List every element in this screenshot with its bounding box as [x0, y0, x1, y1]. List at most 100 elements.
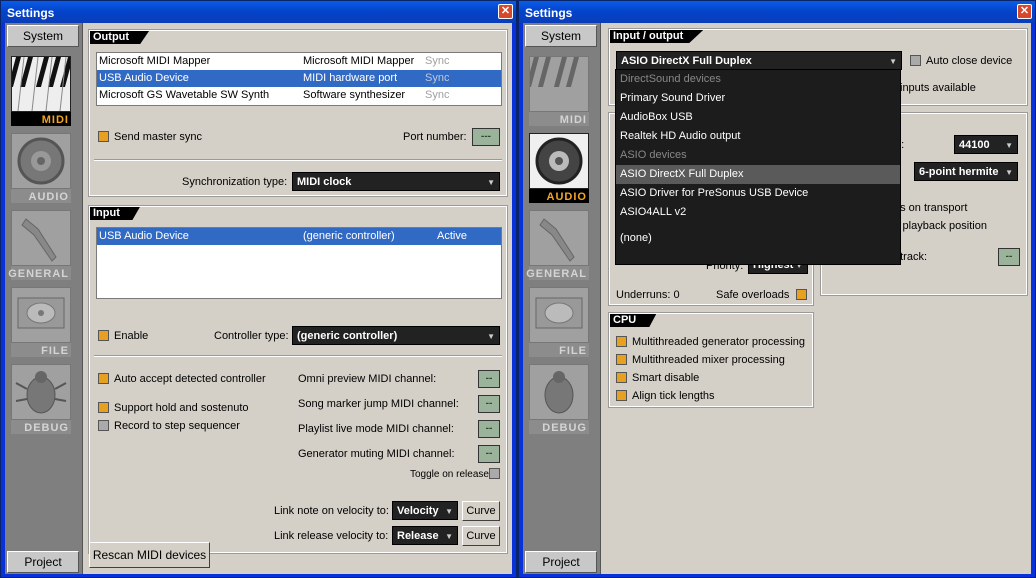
chevron-down-icon: ▼ [1005, 141, 1013, 150]
playback-position-label: s playback position [894, 220, 987, 232]
category-label: FILE [41, 345, 69, 357]
link-release-label: Link release velocity to: [274, 530, 389, 542]
auto-accept-checkbox[interactable] [98, 373, 109, 384]
speaker-icon [11, 133, 71, 189]
cpu-option-checkbox[interactable] [616, 372, 627, 383]
link-release-curve-button[interactable]: Curve [462, 526, 500, 546]
category-midi[interactable]: MIDI [7, 56, 73, 126]
song-marker-channel[interactable]: -- [478, 395, 500, 413]
category-general[interactable]: GENERAL [8, 210, 71, 280]
link-note-select[interactable]: Velocity ▼ [392, 501, 458, 520]
wrench-icon [529, 210, 589, 266]
link-release-select[interactable]: Release ▼ [392, 526, 458, 545]
dropdown-item[interactable]: (none) [616, 229, 900, 248]
chevron-down-icon: ▼ [445, 507, 453, 516]
auto-close-checkbox[interactable] [910, 55, 921, 66]
disc-icon [529, 287, 589, 343]
audio-device-select[interactable]: ASIO DirectX Full Duplex ▼ [616, 51, 902, 70]
category-file[interactable]: FILE [11, 287, 71, 357]
port-number-display[interactable]: --- [472, 128, 500, 146]
list-item[interactable]: Microsoft GS Wavetable SW Synth Software… [97, 87, 501, 104]
list-item[interactable]: USB Audio Device MIDI hardware port Sync [97, 70, 501, 87]
cpu-option-checkbox[interactable] [616, 354, 627, 365]
auto-close-label: Auto close device [926, 55, 1013, 67]
generator-muting-channel[interactable]: -- [478, 445, 500, 463]
enable-checkbox[interactable] [98, 330, 109, 341]
category-audio[interactable]: AUDIO [11, 133, 71, 203]
song-marker-label: Song marker jump MIDI channel: [298, 398, 459, 410]
send-master-sync-checkbox[interactable] [98, 131, 109, 142]
controller-type-select[interactable]: (generic controller) ▼ [292, 326, 500, 345]
close-button[interactable]: ✕ [498, 4, 513, 19]
category-midi[interactable]: MIDI [525, 56, 589, 126]
safe-overloads-label: Safe overloads [716, 289, 790, 301]
underruns-label: Underruns: 0 [616, 289, 680, 301]
safe-overloads-checkbox[interactable] [796, 289, 807, 300]
enable-label: Enable [114, 330, 149, 342]
dropdown-item[interactable]: Primary Sound Driver [616, 89, 900, 108]
controller-type-label: Controller type: [214, 330, 289, 342]
dropdown-item[interactable]: AudioBox USB [616, 108, 900, 127]
cpu-option-label: Multithreaded mixer processing [632, 354, 785, 366]
title-bar[interactable]: Settings ✕ [519, 1, 1035, 23]
support-hold-checkbox[interactable] [98, 402, 109, 413]
record-step-checkbox[interactable] [98, 420, 109, 431]
category-debug[interactable]: DEBUG [11, 364, 71, 434]
title-bar[interactable]: Settings ✕ [1, 1, 516, 23]
list-item[interactable]: USB Audio Device (generic controller) Ac… [97, 228, 501, 245]
divider [94, 355, 502, 357]
link-note-curve-button[interactable]: Curve [462, 501, 500, 521]
audio-device-dropdown: DirectSound devices Primary Sound Driver… [615, 69, 901, 265]
piano-keys-icon [7, 56, 73, 112]
sidebar: System MIDI AUDIO GENERAL FILE DEBUG Pro… [5, 23, 83, 574]
inputs-available-label: inputs available [900, 82, 976, 94]
auto-accept-label: Auto accept detected controller [114, 373, 266, 385]
sync-type-select[interactable]: MIDI clock ▼ [292, 172, 500, 191]
playlist-live-channel[interactable]: -- [478, 420, 500, 438]
omni-preview-label: Omni preview MIDI channel: [298, 373, 437, 385]
chevron-down-icon: ▼ [487, 332, 495, 341]
toggle-on-release-checkbox[interactable] [489, 468, 500, 479]
settings-client: System MIDI AUDIO GENERAL FILE DEBUG Pro… [523, 23, 1031, 574]
cpu-option-checkbox[interactable] [616, 390, 627, 401]
output-title: Output [90, 31, 150, 44]
cpu-option-checkbox[interactable] [616, 336, 627, 347]
link-note-label: Link note on velocity to: [274, 505, 389, 517]
category-file[interactable]: FILE [529, 287, 589, 357]
cpu-panel: CPU Multithreaded generator processing M… [608, 312, 814, 408]
category-label: MIDI [559, 114, 587, 126]
sync-type-label: Synchronization type: [182, 176, 288, 188]
category-general[interactable]: GENERAL [526, 210, 589, 280]
disc-icon [11, 287, 71, 343]
chevron-down-icon: ▼ [445, 532, 453, 541]
dropdown-item[interactable]: ASIO Driver for PreSonus USB Device [616, 184, 900, 203]
input-device-list[interactable]: USB Audio Device (generic controller) Ac… [96, 227, 502, 299]
port-number-label: Port number: [403, 131, 467, 143]
project-tab[interactable]: Project [7, 551, 79, 573]
on-transport-label: ns on transport [894, 202, 968, 214]
category-label: AUDIO [546, 191, 587, 203]
category-label: DEBUG [24, 422, 69, 434]
chevron-down-icon: ▼ [487, 178, 495, 187]
playlist-live-label: Playlist live mode MIDI channel: [298, 423, 454, 435]
dropdown-item-selected[interactable]: ASIO DirectX Full Duplex [616, 165, 900, 184]
preview-mixer-display[interactable]: -- [998, 248, 1020, 266]
list-item[interactable]: Microsoft MIDI Mapper Microsoft MIDI Map… [97, 53, 501, 70]
output-device-list[interactable]: Microsoft MIDI Mapper Microsoft MIDI Map… [96, 52, 502, 106]
interpolation-select[interactable]: 6-point hermite ▼ [914, 162, 1018, 181]
system-tab[interactable]: System [525, 25, 597, 47]
category-debug[interactable]: DEBUG [529, 364, 589, 434]
dropdown-item[interactable]: ASIO4ALL v2 [616, 203, 900, 222]
omni-preview-channel[interactable]: -- [478, 370, 500, 388]
project-tab[interactable]: Project [525, 551, 597, 573]
dropdown-item[interactable]: Realtek HD Audio output [616, 127, 900, 146]
chevron-down-icon: ▼ [1005, 168, 1013, 177]
category-label: GENERAL [8, 268, 69, 280]
sample-rate-select[interactable]: 44100 ▼ [954, 135, 1018, 154]
category-label: DEBUG [542, 422, 587, 434]
close-button[interactable]: ✕ [1017, 4, 1032, 19]
divider [94, 159, 502, 161]
rescan-midi-button[interactable]: Rescan MIDI devices [89, 542, 210, 568]
system-tab[interactable]: System [7, 25, 79, 47]
category-audio[interactable]: AUDIO [529, 133, 589, 203]
